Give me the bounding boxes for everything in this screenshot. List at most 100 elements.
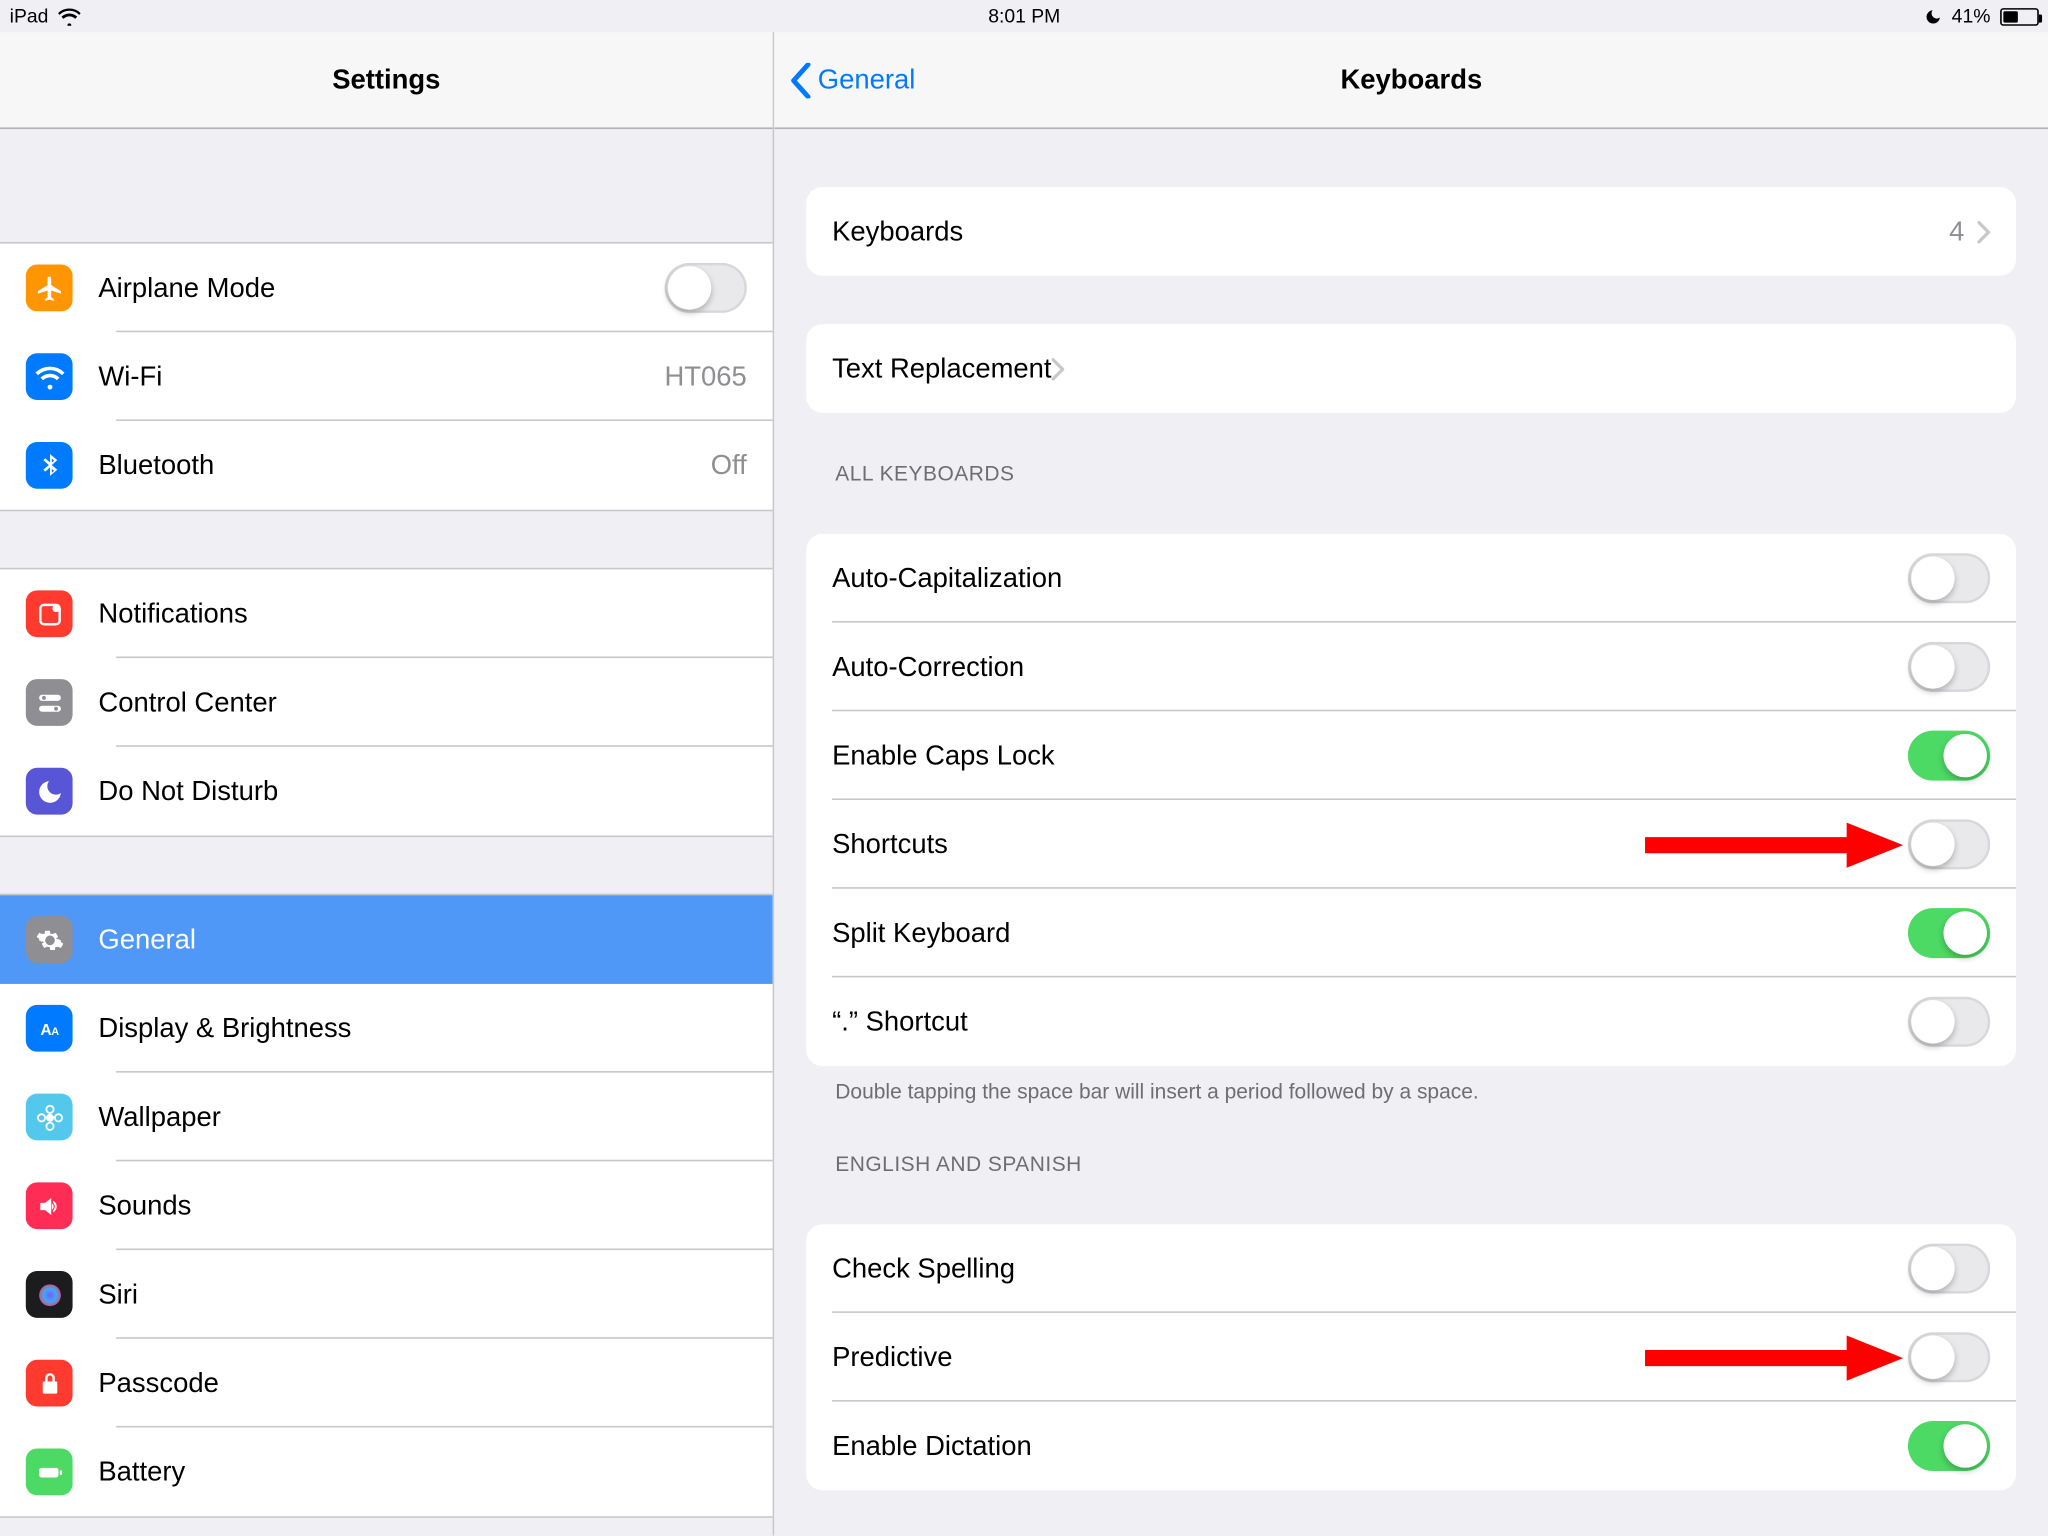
- setting-row-spelling: Check Spelling: [807, 1224, 2017, 1313]
- sidebar-item-wifi[interactable]: Wi-Fi HT065: [0, 332, 773, 421]
- detail-row-label: Text Replacement: [832, 352, 1051, 384]
- sidebar-item-controlcenter[interactable]: Control Center: [0, 658, 773, 747]
- detail-title: Keyboards: [1341, 64, 1483, 96]
- status-bar: iPad 8:01 PM 41%: [0, 0, 2048, 32]
- sidebar-item-sounds[interactable]: Sounds: [0, 1161, 773, 1250]
- sidebar-item-label: Wi-Fi: [98, 361, 162, 393]
- sidebar-item-label: Control Center: [98, 686, 276, 718]
- setting-row-label: “.” Shortcut: [832, 1006, 968, 1038]
- sidebar-item-label: Wallpaper: [98, 1101, 220, 1133]
- sidebar-item-wallpaper[interactable]: Wallpaper: [0, 1073, 773, 1162]
- predictive-toggle[interactable]: [1908, 1332, 1990, 1382]
- section-header: ENGLISH AND SPANISH: [836, 1152, 2017, 1176]
- sidebar-item-label: Bluetooth: [98, 449, 214, 481]
- svg-text:A: A: [40, 1021, 51, 1038]
- setting-row-capslock: Enable Caps Lock: [807, 711, 2017, 800]
- detail-pane: General Keyboards Keyboards 4 Text Replace…: [774, 32, 2048, 1535]
- sidebar-item-siri[interactable]: Siri: [0, 1250, 773, 1339]
- setting-row-label: Shortcuts: [832, 828, 948, 860]
- setting-row-label: Predictive: [832, 1341, 952, 1373]
- setting-row-shortcuts: Shortcuts: [807, 800, 2017, 889]
- shortcuts-toggle[interactable]: [1908, 819, 1990, 869]
- bluetooth-icon: [26, 442, 73, 489]
- sidebar-item-label: Passcode: [98, 1367, 218, 1399]
- sidebar-item-battery[interactable]: Battery: [0, 1428, 773, 1517]
- sidebar-item-label: Do Not Disturb: [98, 775, 278, 807]
- chevron-right-icon: [1052, 357, 1065, 380]
- sidebar-item-notifications[interactable]: Notifications: [0, 569, 773, 658]
- wifi-icon: [26, 353, 73, 400]
- sidebar-item-bluetooth[interactable]: Bluetooth Off: [0, 421, 773, 510]
- lock-icon: [26, 1360, 73, 1407]
- chevron-right-icon: [1978, 220, 1991, 243]
- capslock-toggle[interactable]: [1908, 731, 1990, 781]
- detail-nav-header: General Keyboards: [774, 32, 2048, 129]
- sidebar-item-label: General: [98, 923, 196, 955]
- sidebar-item-dnd[interactable]: Do Not Disturb: [0, 747, 773, 836]
- sidebar-item-label: Sounds: [98, 1190, 191, 1222]
- settings-sidebar: Settings Airplane Mode Wi-Fi HT065 Bluetoot…: [0, 32, 774, 1535]
- setting-row-predictive: Predictive: [807, 1313, 2017, 1402]
- dotshort-toggle[interactable]: [1908, 997, 1990, 1047]
- battery-icon: [2000, 7, 2039, 25]
- sidebar-item-passcode[interactable]: Passcode: [0, 1339, 773, 1428]
- flower-icon: [26, 1094, 73, 1141]
- do-not-disturb-icon: [1924, 7, 1942, 25]
- bell-square-icon: [26, 590, 73, 637]
- detail-row-keyboards-count[interactable]: Keyboards 4: [807, 187, 2017, 276]
- sidebar-item-value: HT065: [665, 361, 747, 393]
- detail-section: Auto-Capitalization Auto-Correction Enable…: [807, 534, 2017, 1066]
- siri-icon: [26, 1271, 73, 1318]
- splitkb-toggle[interactable]: [1908, 908, 1990, 958]
- sidebar-nav-header: Settings: [0, 32, 773, 129]
- sidebar-group-connectivity: Airplane Mode Wi-Fi HT065 Bluetooth Off: [0, 242, 773, 511]
- battery-icon: [26, 1448, 73, 1495]
- sidebar-item-label: Airplane Mode: [98, 272, 275, 304]
- sidebar-group-notify: Notifications Control Center Do Not Distur…: [0, 568, 773, 837]
- moon-icon: [26, 768, 73, 815]
- status-battery-pct: 41%: [1952, 5, 1991, 28]
- sidebar-item-display[interactable]: AA Display & Brightness: [0, 984, 773, 1073]
- setting-row-label: Auto-Correction: [832, 651, 1024, 683]
- sidebar-group-general: General AA Display & Brightness Wallpaper So…: [0, 894, 773, 1518]
- setting-row-splitkb: Split Keyboard: [807, 889, 2017, 978]
- detail-group-textreplace: Text Replacement: [807, 324, 2017, 413]
- gear-icon: [26, 916, 73, 963]
- setting-row-label: Auto-Capitalization: [832, 562, 1062, 594]
- airplane-icon: [26, 265, 73, 312]
- detail-row-text-replacement[interactable]: Text Replacement: [807, 324, 2017, 413]
- setting-row-dotshort: “.” Shortcut: [807, 977, 2017, 1066]
- sidebar-item-label: Battery: [98, 1456, 185, 1488]
- sidebar-item-airplane[interactable]: Airplane Mode: [0, 244, 773, 333]
- sidebar-item-label: Siri: [98, 1278, 138, 1310]
- annotation-arrow: [1645, 1328, 1903, 1386]
- autocap-toggle[interactable]: [1908, 553, 1990, 603]
- setting-row-dictation: Enable Dictation: [807, 1402, 2017, 1491]
- speaker-icon: [26, 1182, 73, 1229]
- autocorr-toggle[interactable]: [1908, 642, 1990, 692]
- section-header: ALL KEYBOARDS: [836, 461, 2017, 485]
- sidebar-item-label: Display & Brightness: [98, 1012, 351, 1044]
- status-device: iPad: [10, 5, 49, 28]
- detail-group-keyboards: Keyboards 4: [807, 187, 2017, 276]
- sidebar-item-general[interactable]: General: [0, 895, 773, 984]
- sidebar-title: Settings: [332, 64, 440, 96]
- setting-row-label: Enable Caps Lock: [832, 740, 1055, 772]
- setting-row-label: Check Spelling: [832, 1252, 1015, 1284]
- toggles-icon: [26, 679, 73, 726]
- dictation-toggle[interactable]: [1908, 1421, 1990, 1471]
- setting-row-autocorr: Auto-Correction: [807, 623, 2017, 712]
- spelling-toggle[interactable]: [1908, 1244, 1990, 1294]
- setting-row-label: Split Keyboard: [832, 917, 1010, 949]
- svg-text:A: A: [50, 1025, 58, 1037]
- annotation-arrow: [1645, 815, 1903, 873]
- detail-row-label: Keyboards: [832, 215, 963, 247]
- back-button[interactable]: General: [790, 32, 915, 127]
- detail-row-value: 4: [1949, 215, 1977, 247]
- wifi-icon: [58, 7, 81, 25]
- airplane-toggle[interactable]: [665, 263, 747, 313]
- setting-row-autocap: Auto-Capitalization: [807, 534, 2017, 623]
- sidebar-item-value: Off: [711, 449, 747, 481]
- section-footer: Double tapping the space bar will insert…: [836, 1079, 2017, 1103]
- back-label: General: [818, 64, 916, 96]
